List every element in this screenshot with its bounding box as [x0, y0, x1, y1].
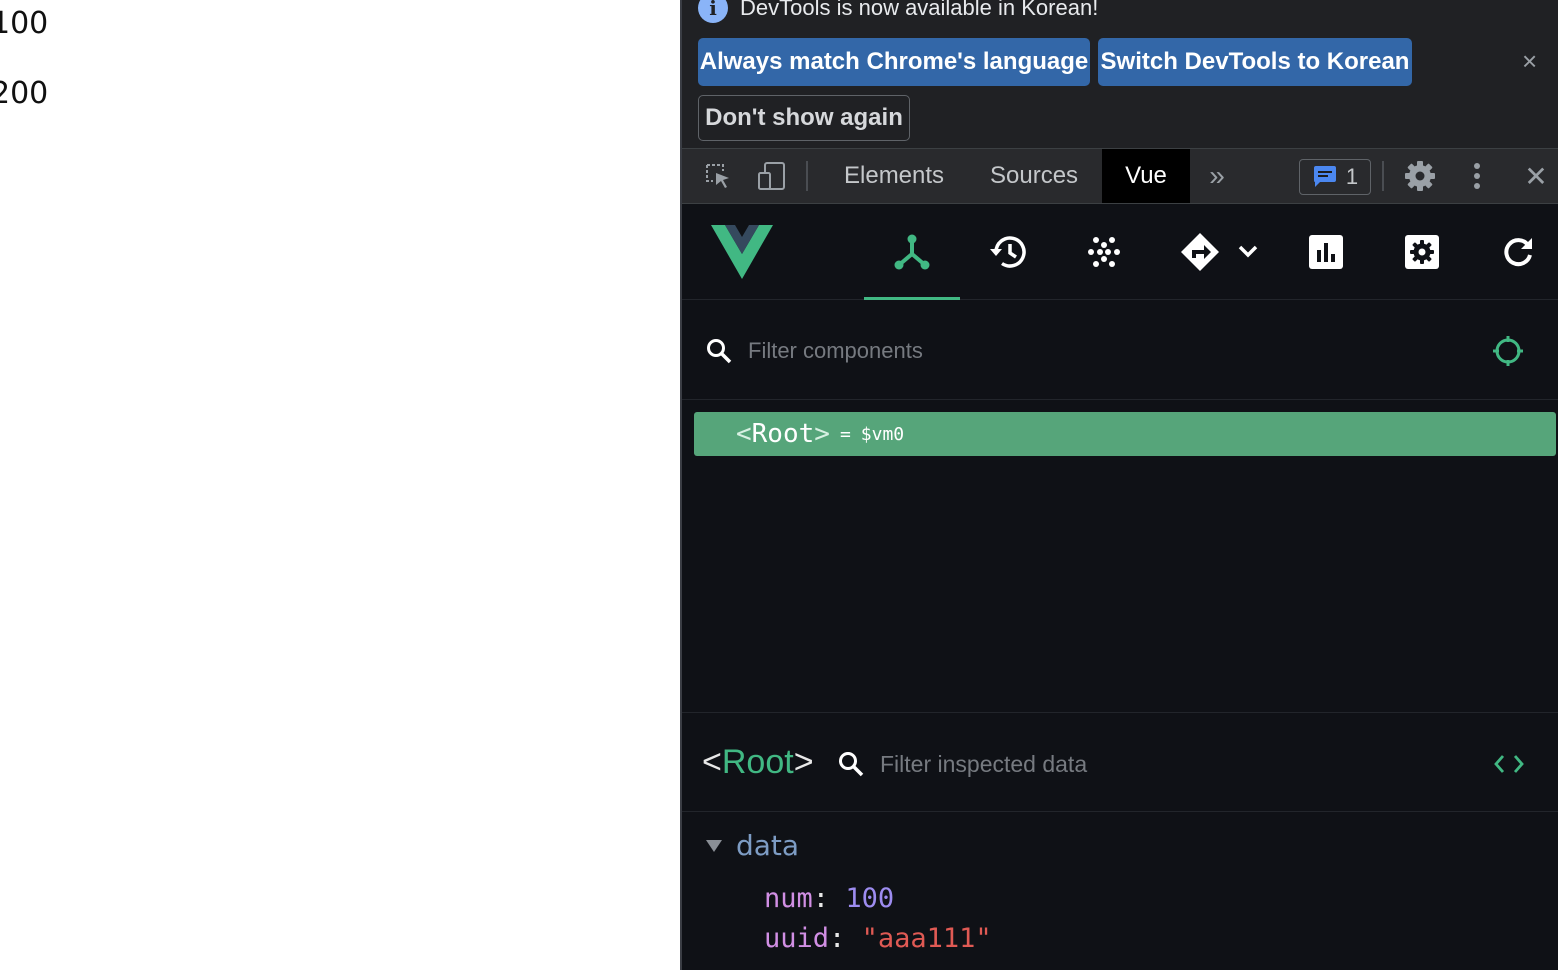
inspector-open-bracket: < [702, 743, 722, 781]
inspected-component-title: <Root> [702, 743, 814, 782]
tab-sources[interactable]: Sources [968, 149, 1100, 203]
tree-item-root[interactable]: < Root > = $vm0 [694, 412, 1556, 456]
tree-item-open-bracket: < [736, 419, 752, 449]
refresh-icon[interactable] [1470, 204, 1558, 300]
pinia-icon[interactable] [1056, 204, 1152, 300]
infobar-close-icon[interactable]: × [1522, 46, 1537, 76]
filter-inspected-data-input[interactable] [880, 747, 1440, 781]
info-icon: i [698, 0, 728, 23]
field-colon: : [829, 923, 846, 954]
inspector-component-name: Root [721, 743, 794, 781]
vue-toolbar [682, 204, 1558, 300]
close-devtools-icon[interactable]: ✕ [1518, 149, 1554, 203]
language-infobar: i DevTools is now available in Korean! A… [682, 0, 1558, 148]
page-text-second: 200 [0, 76, 49, 111]
tab-vue[interactable]: Vue [1102, 149, 1190, 203]
field-value: "aaa111" [861, 923, 992, 954]
devtools-tabbar: Elements Sources Vue » 1 ✕ [682, 148, 1558, 204]
component-filter-row [682, 300, 1558, 400]
data-section-header[interactable]: data [706, 829, 799, 862]
components-icon[interactable] [864, 204, 960, 300]
timeline-icon[interactable] [960, 204, 1056, 300]
dont-show-again-button[interactable]: Don't show again [698, 95, 910, 141]
toolbar-divider-2 [1382, 161, 1384, 191]
data-field-uuid[interactable]: uuid: "aaa111" [764, 923, 992, 954]
page-text-num: 100 [0, 6, 49, 41]
field-value: 100 [845, 883, 895, 914]
tree-item-name: Root [751, 419, 815, 449]
infobar-message-row: i DevTools is now available in Korean! [698, 0, 1098, 24]
vue-logo-icon [694, 204, 790, 300]
inspect-element-icon[interactable] [698, 149, 738, 203]
more-options-icon[interactable] [1462, 149, 1492, 203]
inspector-header: <Root> [682, 712, 1558, 812]
routes-icon[interactable] [1172, 204, 1268, 300]
toolbar-divider [806, 161, 808, 191]
inspector-close-bracket: > [793, 743, 814, 781]
tree-item-close-bracket: > [814, 419, 830, 449]
data-section-label: data [736, 829, 800, 862]
inspector-state: data num: 100 uuid: "aaa111" [682, 813, 1558, 970]
inspector-search-icon [839, 752, 864, 777]
data-field-num[interactable]: num: 100 [764, 883, 894, 914]
field-key: num [764, 883, 813, 914]
issues-chat-icon [1313, 166, 1336, 187]
select-component-icon[interactable] [1492, 335, 1524, 367]
performance-icon[interactable] [1278, 204, 1374, 300]
chevron-down-icon [706, 839, 722, 852]
infobar-message: DevTools is now available in Korean! [740, 0, 1099, 20]
always-match-language-button[interactable]: Always match Chrome's language [698, 38, 1090, 86]
inspected-page: 100 200 [0, 0, 680, 970]
devtools-panel: i DevTools is now available in Korean! A… [680, 0, 1558, 970]
more-tabs-icon[interactable]: » [1202, 149, 1232, 203]
filter-components-input[interactable] [748, 334, 1468, 368]
component-tree: < Root > = $vm0 [682, 401, 1558, 711]
devtools-settings-icon[interactable] [1402, 149, 1438, 203]
device-toggle-icon[interactable] [752, 149, 792, 203]
issues-button[interactable]: 1 [1299, 159, 1371, 195]
field-colon: : [812, 883, 830, 914]
tab-elements[interactable]: Elements [822, 149, 966, 203]
issues-count: 1 [1345, 164, 1359, 189]
search-icon [707, 339, 732, 364]
tree-item-vm-ref: $vm0 [860, 423, 905, 445]
switch-to-korean-button[interactable]: Switch DevTools to Korean [1098, 38, 1412, 86]
vue-settings-icon[interactable] [1374, 204, 1470, 300]
tree-item-equals: = [839, 423, 851, 445]
field-key: uuid [764, 923, 830, 954]
open-in-editor-icon[interactable] [1494, 753, 1524, 775]
